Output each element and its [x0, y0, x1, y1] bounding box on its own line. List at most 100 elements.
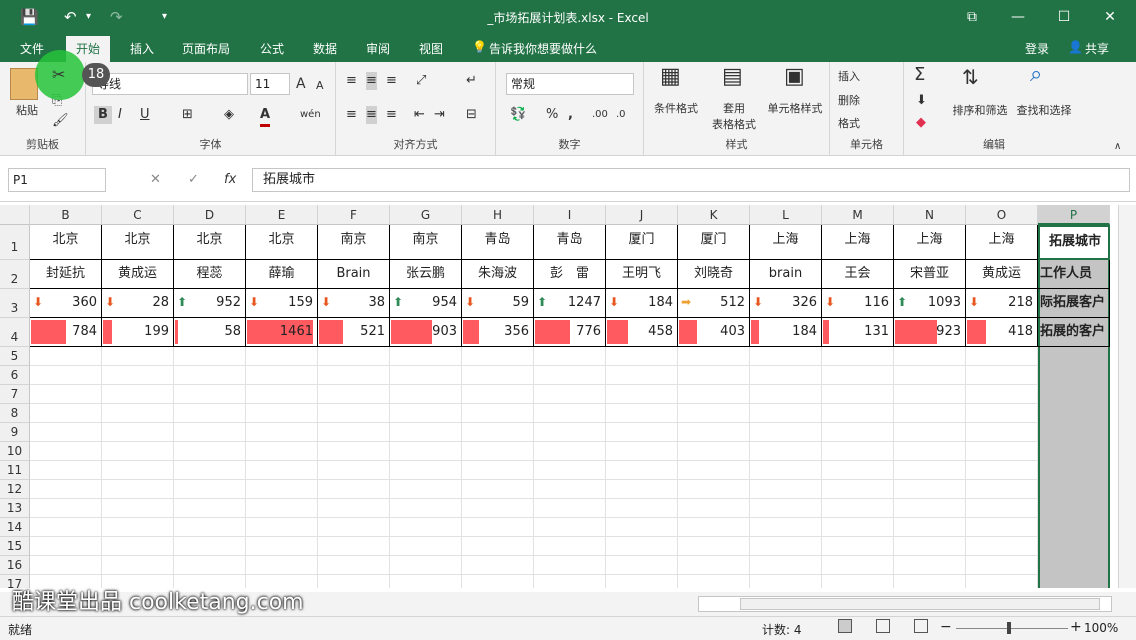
tab-file[interactable]: 文件 — [20, 40, 44, 57]
page-break-view-icon[interactable] — [914, 619, 928, 633]
column-header-B[interactable]: B — [30, 205, 102, 225]
fill-color-icon[interactable]: ◈ — [224, 106, 234, 124]
cell-actual-clients[interactable]: ⬇ 59 — [462, 289, 534, 318]
delete-cells-button[interactable]: 删除 — [838, 92, 860, 108]
column-header-D[interactable]: D — [174, 205, 246, 225]
cell-actual-clients[interactable]: ⬇ 218 — [966, 289, 1038, 318]
cell-actual-clients[interactable]: ⬇ 116 — [822, 289, 894, 318]
cell-city[interactable]: 上海 — [750, 225, 822, 260]
cell-city[interactable]: 北京 — [30, 225, 102, 260]
cell-actual-clients[interactable]: ⬆ 954 — [390, 289, 462, 318]
zoom-in-button[interactable]: + — [1070, 619, 1082, 635]
column-header-E[interactable]: E — [246, 205, 318, 225]
row-header-4[interactable]: 4 — [0, 318, 30, 347]
horizontal-scroll-thumb[interactable] — [740, 598, 1100, 610]
cell-city[interactable]: 青岛 — [534, 225, 606, 260]
column-header-K[interactable]: K — [678, 205, 750, 225]
cell-target-clients[interactable]: 458 — [606, 318, 678, 347]
cell-styles-icon[interactable]: ▣ — [784, 66, 805, 88]
percent-button[interactable]: % — [546, 106, 558, 124]
clear-icon[interactable]: ◆ — [916, 114, 926, 132]
align-center-icon[interactable]: ≡ — [366, 106, 377, 124]
cell-actual-clients[interactable]: ⬆ 1093 — [894, 289, 966, 318]
cell-staff[interactable]: brain — [750, 260, 822, 289]
decrease-indent-icon[interactable]: ⇤ — [414, 106, 425, 124]
tell-me-box[interactable]: 告诉我你想要做什么 — [489, 40, 597, 57]
wrap-text-icon[interactable]: ↵ — [466, 72, 477, 90]
cell-staff[interactable]: Brain — [318, 260, 390, 289]
cell-city[interactable]: 厦门 — [678, 225, 750, 260]
paste-button[interactable]: 粘贴 — [10, 102, 44, 118]
cell-target-clients[interactable]: 131 — [822, 318, 894, 347]
cell-staff[interactable]: 薛瑜 — [246, 260, 318, 289]
maximize-button[interactable]: ☐ — [1041, 4, 1087, 30]
cell-city[interactable]: 北京 — [102, 225, 174, 260]
cancel-icon[interactable]: ✕ — [150, 171, 161, 189]
font-color-button[interactable]: A — [260, 106, 271, 127]
cell-city[interactable]: 厦门 — [606, 225, 678, 260]
cell-staff[interactable]: 黄成运 — [102, 260, 174, 289]
column-header-O[interactable]: O — [966, 205, 1038, 225]
cell-city[interactable]: 上海 — [822, 225, 894, 260]
collapse-ribbon-icon[interactable]: ∧ — [1114, 138, 1121, 156]
cell-actual-clients[interactable]: ⬆ 1247 — [534, 289, 606, 318]
number-format-select[interactable]: 常规 — [506, 73, 634, 95]
cell-actual-clients[interactable]: ⬇ 326 — [750, 289, 822, 318]
zoom-slider-thumb[interactable] — [1007, 622, 1011, 634]
paste-icon[interactable] — [10, 68, 38, 100]
cell-actual-clients[interactable]: ⬇ 159 — [246, 289, 318, 318]
cell-staff[interactable]: 黄成运 — [966, 260, 1038, 289]
cell-actual-clients[interactable]: ⬇ 28 — [102, 289, 174, 318]
cell-actual-clients[interactable]: ➡ 512 — [678, 289, 750, 318]
sort-filter-button[interactable]: 排序和筛选 — [948, 102, 1012, 118]
align-top-icon[interactable]: ≡ — [346, 72, 357, 90]
cell-staff[interactable]: 朱海波 — [462, 260, 534, 289]
phonetic-guide-button[interactable]: wén — [300, 106, 321, 124]
cell-p-header[interactable]: 拓展城市 — [1038, 225, 1110, 260]
cell-target-clients[interactable]: 418 — [966, 318, 1038, 347]
column-header-I[interactable]: I — [534, 205, 606, 225]
row-header-13[interactable]: 13 — [0, 499, 30, 518]
cell-target-clients[interactable]: 923 — [894, 318, 966, 347]
insert-function-icon[interactable]: fx — [224, 171, 236, 189]
font-name-select[interactable]: 等线 — [92, 73, 248, 95]
autosum-button[interactable]: Σ — [914, 66, 925, 84]
column-header-H[interactable]: H — [462, 205, 534, 225]
cell-city[interactable]: 北京 — [246, 225, 318, 260]
cell-staff[interactable]: 封延抗 — [30, 260, 102, 289]
name-box[interactable]: P1 — [8, 168, 106, 192]
cell-target-clients[interactable]: 403 — [678, 318, 750, 347]
login-link[interactable]: 登录 — [1025, 40, 1049, 57]
row-header-8[interactable]: 8 — [0, 404, 30, 423]
grow-font-icon[interactable]: A — [296, 75, 306, 93]
zoom-out-button[interactable]: − — [940, 619, 952, 635]
cell-city[interactable]: 上海 — [966, 225, 1038, 260]
row-header-14[interactable]: 14 — [0, 518, 30, 537]
tab-view[interactable]: 视图 — [419, 40, 443, 57]
row-header-5[interactable]: 5 — [0, 347, 30, 366]
cell-target-clients[interactable]: 356 — [462, 318, 534, 347]
row-header-10[interactable]: 10 — [0, 442, 30, 461]
row-header-16[interactable]: 16 — [0, 556, 30, 575]
cell-target-clients[interactable]: 199 — [102, 318, 174, 347]
cell-city[interactable]: 南京 — [390, 225, 462, 260]
column-header-M[interactable]: M — [822, 205, 894, 225]
vertical-scrollbar[interactable] — [1118, 205, 1136, 588]
fill-icon[interactable]: ⬇ — [916, 92, 927, 110]
close-button[interactable]: ✕ — [1087, 4, 1133, 30]
cell-target-clients[interactable]: 184 — [750, 318, 822, 347]
cell-p-header[interactable]: 际拓展客户 — [1038, 289, 1110, 318]
row-header-2[interactable]: 2 — [0, 260, 30, 289]
align-left-icon[interactable]: ≡ — [346, 106, 357, 124]
cell-actual-clients[interactable]: ⬇ 38 — [318, 289, 390, 318]
align-bottom-icon[interactable]: ≡ — [386, 72, 397, 90]
tab-formulas[interactable]: 公式 — [260, 40, 284, 57]
column-header-J[interactable]: J — [606, 205, 678, 225]
cell-target-clients[interactable]: 903 — [390, 318, 462, 347]
cell-staff[interactable]: 刘晓奇 — [678, 260, 750, 289]
column-header-N[interactable]: N — [894, 205, 966, 225]
column-header-G[interactable]: G — [390, 205, 462, 225]
bold-button[interactable]: B — [94, 106, 112, 124]
row-header-7[interactable]: 7 — [0, 385, 30, 404]
cell-city[interactable]: 北京 — [174, 225, 246, 260]
